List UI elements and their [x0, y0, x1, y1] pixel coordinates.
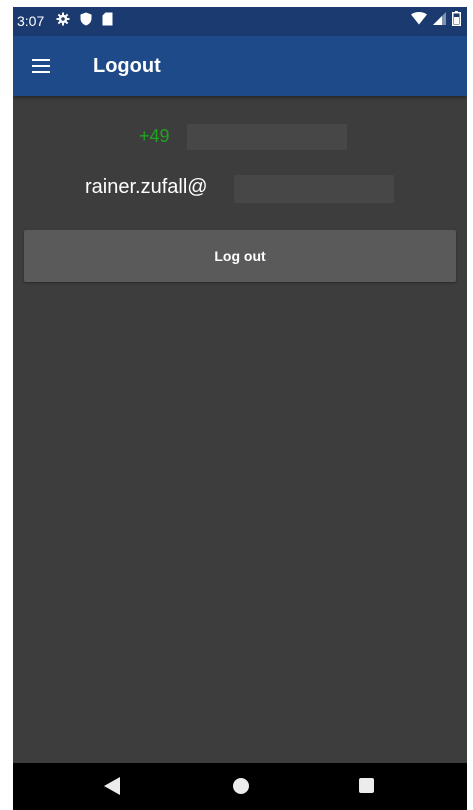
wifi-icon	[411, 12, 427, 30]
battery-icon	[452, 11, 461, 31]
gear-icon	[56, 12, 70, 31]
app-bar: Logout	[13, 36, 467, 96]
navigation-bar	[13, 763, 467, 810]
phone-number-redaction	[187, 124, 347, 150]
back-icon[interactable]	[104, 777, 120, 795]
cell-signal-icon	[433, 12, 446, 30]
status-bar: 3:07	[13, 7, 467, 36]
recents-icon[interactable]	[359, 778, 374, 793]
sd-card-icon	[102, 12, 113, 31]
email-redaction	[234, 175, 394, 203]
phone-number-text: +49	[139, 126, 170, 146]
page-title: Logout	[93, 55, 161, 77]
hamburger-menu-icon[interactable]	[30, 56, 56, 76]
home-icon[interactable]	[233, 778, 249, 794]
email-text: rainer.zufall@	[85, 176, 208, 198]
status-notification-icons	[56, 12, 113, 31]
email-address: rainer.zufall@	[13, 172, 467, 204]
logout-button[interactable]: Log out	[24, 230, 456, 282]
phone-number: +49	[13, 122, 467, 152]
logout-button-label: Log out	[214, 248, 266, 264]
status-time: 3:07	[17, 13, 45, 29]
status-system-icons	[411, 11, 461, 31]
shield-icon	[80, 12, 92, 31]
phone-screen: 3:07 Logout +49 rainer.zufall@ Log out	[13, 7, 467, 810]
